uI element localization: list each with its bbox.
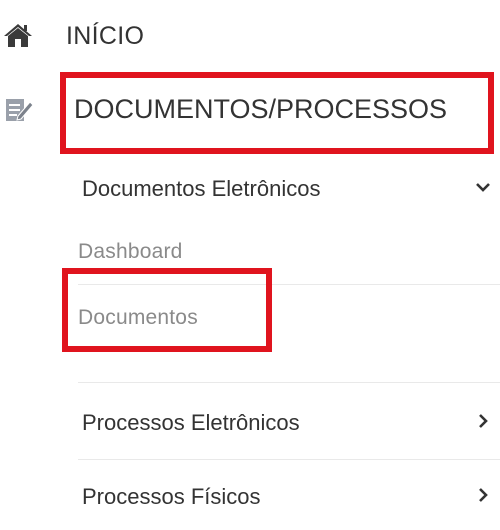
chevron-right-icon	[474, 484, 492, 506]
nav-item-inicio-label: INÍCIO	[66, 22, 145, 50]
home-icon	[3, 22, 33, 48]
submenu-header-processos-eletronicos[interactable]: Processos Eletrônicos	[78, 404, 500, 444]
submenu-header-processos-fisicos[interactable]: Processos Físicos	[78, 478, 500, 518]
nav-item-documentos-processos-label: DOCUMENTOS/PROCESSOS	[74, 94, 448, 124]
submenu-item-dashboard[interactable]: Dashboard	[78, 236, 500, 276]
navigation-sidebar: INÍCIO DOCUMENTOS/PROCESSOS Documentos E…	[0, 0, 500, 530]
chevron-down-icon	[474, 176, 492, 198]
submenu-header-label: Processos Eletrônicos	[82, 410, 300, 435]
nav-item-documentos-processos[interactable]: DOCUMENTOS/PROCESSOS	[0, 72, 500, 154]
edit-document-icon	[4, 94, 34, 124]
submenu-item-label: Documentos	[78, 306, 198, 329]
submenu-group-processos-eletronicos: Processos Eletrônicos	[78, 398, 500, 448]
divider	[78, 382, 500, 383]
submenu-item-label: Dashboard	[78, 240, 183, 263]
submenu-header-label: Processos Físicos	[82, 484, 261, 509]
submenu-item-documentos[interactable]: Documentos	[78, 302, 500, 342]
submenu-header-documentos-eletronicos[interactable]: Documentos Eletrônicos	[78, 170, 500, 210]
nav-item-inicio[interactable]: INÍCIO	[0, 14, 500, 58]
submenu-documentos-processos: Documentos Eletrônicos Dashboard Documen…	[78, 166, 500, 426]
divider	[78, 284, 500, 285]
submenu-header-label: Documentos Eletrônicos	[82, 176, 321, 201]
submenu-group-processos-fisicos: Processos Físicos	[78, 474, 500, 524]
divider	[78, 459, 500, 460]
chevron-right-icon	[474, 410, 492, 432]
